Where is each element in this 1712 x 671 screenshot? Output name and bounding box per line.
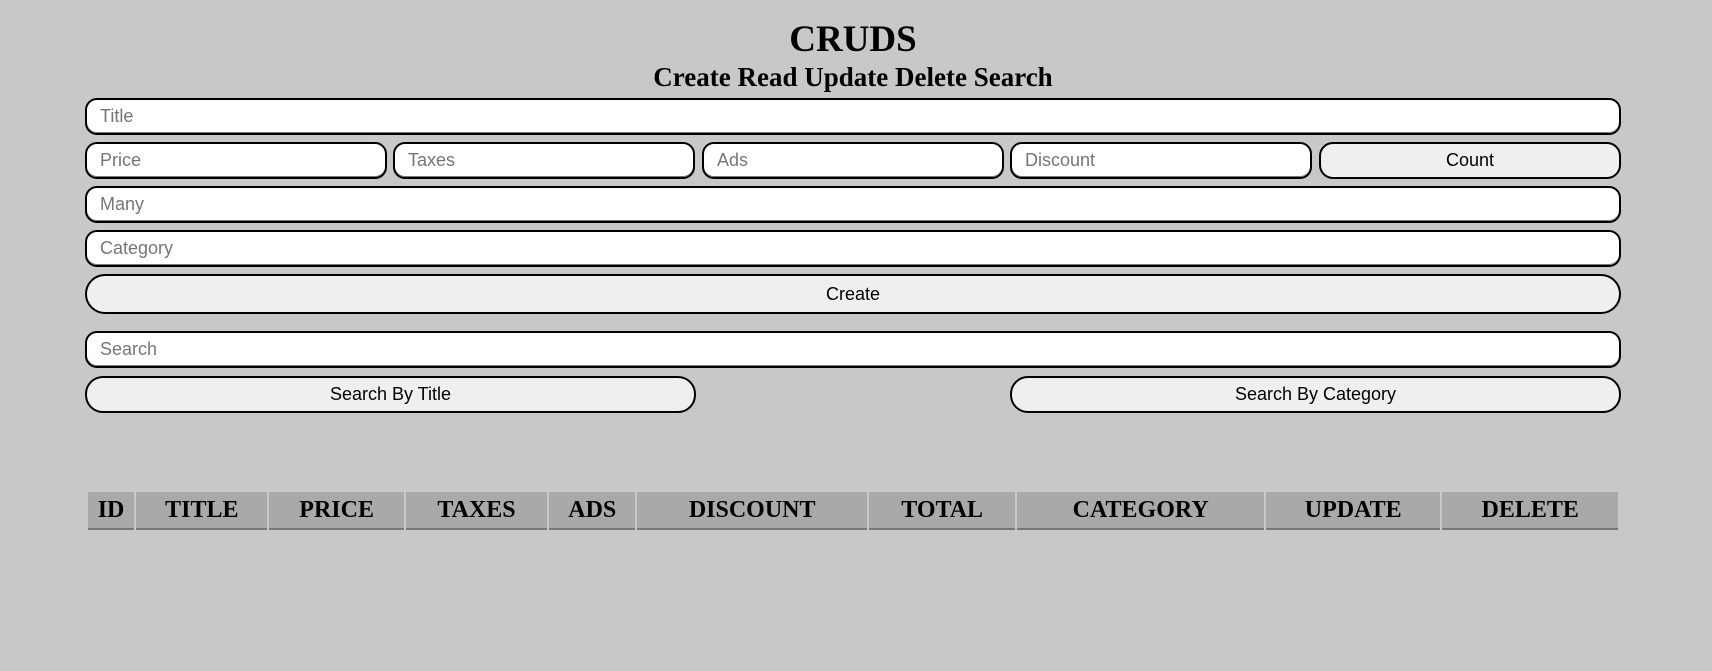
column-header-delete: DELETE (1442, 492, 1618, 530)
column-header-price: PRICE (269, 492, 404, 530)
discount-input[interactable] (1010, 142, 1312, 179)
column-header-total: TOTAL (868, 492, 1016, 530)
column-header-category: CATEGORY (1017, 492, 1264, 530)
products-table: ID TITLE PRICE TAXES ADS DISCOUNT TOTAL … (86, 490, 1620, 532)
search-by-category-button[interactable]: Search By Category (1010, 376, 1621, 413)
page-title: CRUDS (789, 19, 917, 60)
column-header-update: UPDATE (1265, 492, 1441, 530)
price-input[interactable] (85, 142, 387, 179)
ads-input[interactable] (702, 142, 1004, 179)
column-header-discount: DISCOUNT (637, 492, 867, 530)
crud-app: CRUDS Create Read Update Delete Search C… (0, 0, 1712, 671)
create-button[interactable]: Create (85, 274, 1621, 314)
count-button[interactable]: Count (1319, 142, 1621, 179)
title-input[interactable] (85, 98, 1621, 135)
column-header-ads: ADS (549, 492, 636, 530)
search-by-title-button[interactable]: Search By Title (85, 376, 696, 413)
category-input[interactable] (85, 230, 1621, 267)
taxes-input[interactable] (393, 142, 695, 179)
column-header-id: ID (88, 492, 135, 530)
many-input[interactable] (85, 186, 1621, 223)
page-subtitle: Create Read Update Delete Search (653, 62, 1053, 92)
column-header-title: TITLE (136, 492, 268, 530)
table-header-row: ID TITLE PRICE TAXES ADS DISCOUNT TOTAL … (88, 492, 1618, 530)
search-input[interactable] (85, 331, 1621, 368)
column-header-taxes: TAXES (405, 492, 548, 530)
